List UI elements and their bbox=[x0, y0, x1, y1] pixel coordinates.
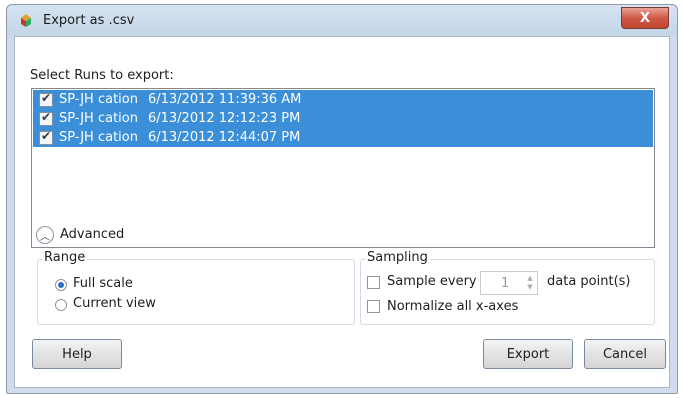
run-date: 6/13/2012 11:39:36 AM bbox=[147, 92, 302, 107]
range-group: Range Full scale Current view bbox=[37, 250, 355, 325]
export-button[interactable]: Export bbox=[483, 339, 573, 369]
check-icon: ✔ bbox=[41, 90, 52, 105]
sample-every-stepper[interactable]: 1 ▲ ▼ bbox=[480, 271, 538, 295]
chevron-up-icon: ︿ bbox=[40, 231, 50, 243]
export-dialog-window: Export as .csv X Select Runs to export: … bbox=[6, 4, 678, 394]
run-date: 6/13/2012 12:44:07 PM bbox=[147, 130, 301, 145]
run-list-item[interactable]: ✔ SP-JH cation 6/13/2012 12:44:07 PM bbox=[33, 128, 653, 147]
run-name: SP-JH cation bbox=[59, 111, 138, 126]
full-scale-radio[interactable] bbox=[55, 279, 67, 291]
dialog-body: Select Runs to export: ✔ SP-JH cation 6/… bbox=[14, 36, 670, 388]
sample-every-value: 1 bbox=[501, 276, 510, 291]
sample-every-checkbox[interactable] bbox=[367, 276, 380, 289]
normalize-checkbox[interactable] bbox=[367, 300, 380, 313]
run-list-item[interactable]: ✔ SP-JH cation 6/13/2012 12:12:23 PM bbox=[33, 109, 653, 128]
cancel-button[interactable]: Cancel bbox=[584, 339, 666, 369]
run-date: 6/13/2012 12:12:23 PM bbox=[147, 111, 301, 126]
run-checkbox[interactable]: ✔ bbox=[39, 109, 53, 126]
run-name: SP-JH cation bbox=[59, 92, 138, 107]
help-button[interactable]: Help bbox=[32, 339, 122, 369]
run-name: SP-JH cation bbox=[59, 130, 138, 145]
close-icon: X bbox=[639, 10, 651, 26]
close-button[interactable]: X bbox=[621, 7, 669, 29]
current-view-label[interactable]: Current view bbox=[73, 296, 156, 311]
title-bar[interactable]: Export as .csv X bbox=[7, 5, 677, 37]
stepper-arrows-icon[interactable]: ▲ ▼ bbox=[525, 274, 535, 292]
window-title: Export as .csv bbox=[43, 13, 135, 28]
normalize-label[interactable]: Normalize all x-axes bbox=[387, 299, 518, 314]
check-icon: ✔ bbox=[41, 109, 52, 124]
data-points-label: data point(s) bbox=[547, 274, 631, 289]
full-scale-label[interactable]: Full scale bbox=[73, 276, 133, 291]
app-icon bbox=[21, 14, 31, 27]
runs-list[interactable]: ✔ SP-JH cation 6/13/2012 11:39:36 AM ✔ S… bbox=[31, 88, 655, 248]
advanced-label: Advanced bbox=[60, 227, 125, 242]
select-runs-label: Select Runs to export: bbox=[30, 68, 174, 83]
run-checkbox[interactable]: ✔ bbox=[39, 128, 53, 145]
sampling-title: Sampling bbox=[365, 250, 430, 265]
run-checkbox[interactable]: ✔ bbox=[39, 90, 53, 107]
sample-every-label[interactable]: Sample every bbox=[387, 274, 477, 289]
advanced-toggle-button[interactable]: ︿ bbox=[36, 226, 54, 244]
check-icon: ✔ bbox=[41, 128, 52, 143]
range-title: Range bbox=[42, 250, 88, 265]
current-view-radio[interactable] bbox=[55, 299, 67, 311]
run-list-item[interactable]: ✔ SP-JH cation 6/13/2012 11:39:36 AM bbox=[33, 90, 653, 109]
